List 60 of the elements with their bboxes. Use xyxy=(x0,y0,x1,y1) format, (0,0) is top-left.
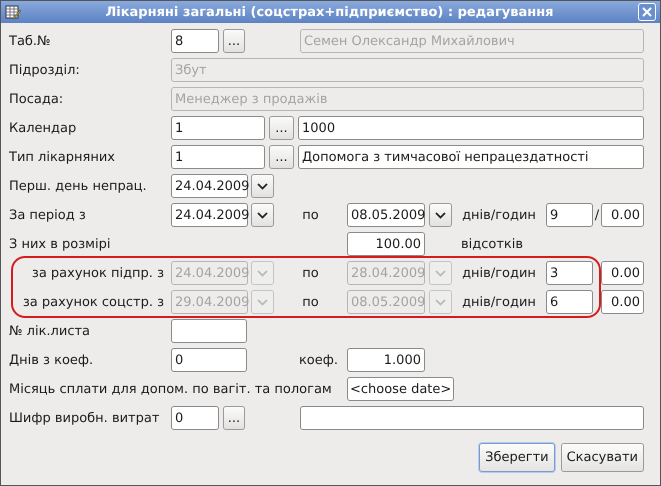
close-icon xyxy=(642,7,652,17)
dropdown-button[interactable] xyxy=(251,174,274,198)
chevron-down-icon xyxy=(257,182,268,190)
field-label: За період з xyxy=(9,208,87,222)
field-label: за рахунок підпр. з xyxy=(30,266,165,280)
browse-button[interactable]: ... xyxy=(269,145,294,169)
coefficient-field[interactable]: 1.000 xyxy=(347,348,425,372)
days-field[interactable]: 0 xyxy=(171,348,247,372)
code-field[interactable]: 0 xyxy=(171,406,219,430)
field-label: Таб.№ xyxy=(9,34,52,48)
field-label: днів/годин xyxy=(461,266,537,280)
dialog-button[interactable]: Зберегти xyxy=(479,443,555,472)
browse-button[interactable]: ... xyxy=(223,29,245,53)
chevron-down-icon xyxy=(257,212,268,218)
field-label: Місяць сплати для допом. по вагіт. та пологам xyxy=(9,382,333,396)
name-field[interactable]: 1000 xyxy=(298,116,644,140)
percent-field[interactable]: 100.00 xyxy=(347,232,425,256)
field-label: за рахунок соцстр. з xyxy=(22,294,165,310)
dialog-button[interactable]: Скасувати xyxy=(560,443,644,472)
browse-button[interactable]: ... xyxy=(223,406,245,430)
field-label: № лік.листа xyxy=(9,324,92,338)
table-edit-icon xyxy=(5,4,21,20)
field-label: днів/годин xyxy=(461,208,537,222)
chevron-down-icon xyxy=(257,270,268,276)
code-field[interactable]: 1 xyxy=(171,116,265,140)
date-field[interactable]: 24.04.2009 xyxy=(171,174,248,198)
date-field[interactable]: 08.05.2009 xyxy=(347,203,425,227)
chevron-down-icon xyxy=(435,298,446,306)
date-picker-button[interactable]: <choose date> xyxy=(347,377,454,401)
text-field[interactable] xyxy=(171,319,247,343)
code-field[interactable]: 8 xyxy=(171,29,219,53)
window-title: Лікарняні загальні (соцстрах+підприємство) : редагування xyxy=(104,4,555,20)
date-field[interactable]: 24.04.2009 xyxy=(171,203,248,227)
browse-button[interactable]: ... xyxy=(269,116,294,140)
field-label: Підрозділ: xyxy=(9,62,81,78)
field-label: З них в розмірі xyxy=(9,236,112,252)
field-label: днів/годин xyxy=(461,294,537,310)
unit-label: відсотків xyxy=(461,236,524,252)
field-label: по xyxy=(301,266,320,280)
chevron-down-icon xyxy=(435,212,446,218)
separator-text: / xyxy=(594,208,600,222)
code-field[interactable]: 1 xyxy=(171,145,265,169)
field-label: Календар xyxy=(9,120,78,136)
field-label: по xyxy=(301,208,320,222)
close-button[interactable] xyxy=(638,3,656,21)
field-label: Днів з коеф. xyxy=(9,352,94,368)
field-label: Тип лікарняних xyxy=(9,150,116,164)
name-field[interactable] xyxy=(300,406,644,430)
field-label: Перш. день непрац. xyxy=(9,178,148,194)
dropdown-button[interactable] xyxy=(251,203,274,227)
dropdown-button[interactable] xyxy=(429,203,452,227)
hours-field[interactable]: 0.00 xyxy=(601,203,644,227)
name-field[interactable]: Допомога з тимчасової непрацездатності xyxy=(298,145,644,169)
chevron-down-icon xyxy=(435,270,446,276)
field-label: Шифр виробн. витрат xyxy=(9,410,160,426)
chevron-down-icon xyxy=(257,298,268,306)
field-label: по xyxy=(301,294,320,310)
field-label: коеф. xyxy=(298,352,339,368)
days-field[interactable]: 9 xyxy=(546,203,593,227)
field-label: Посада: xyxy=(9,92,64,106)
